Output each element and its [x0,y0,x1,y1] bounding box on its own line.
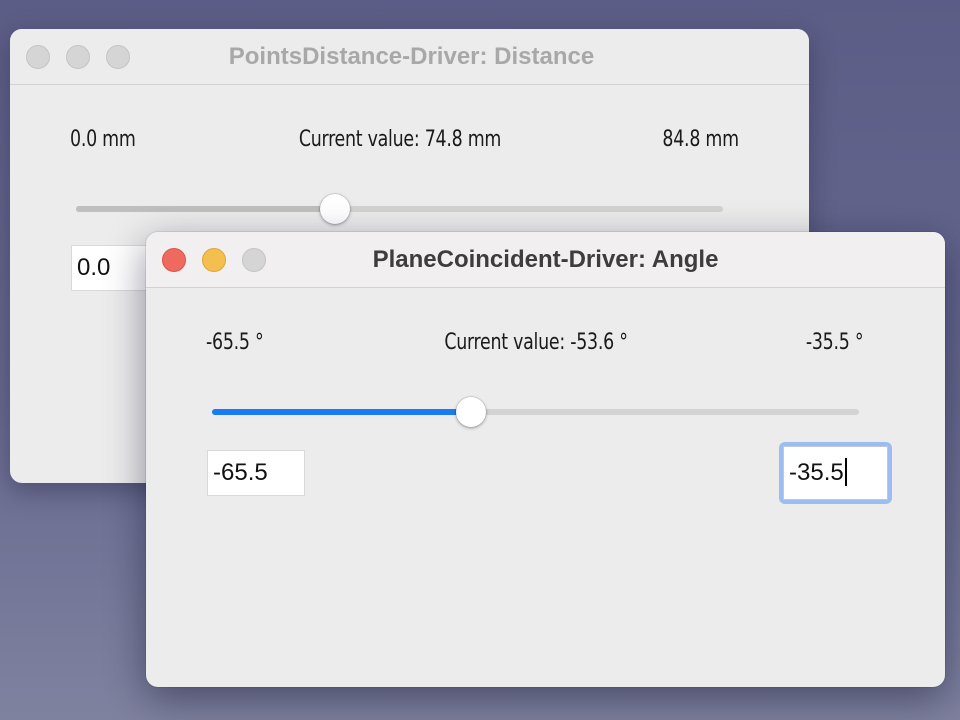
slider-fill [76,206,335,212]
max-value-text: -35.5 [789,459,844,486]
window-title: PlaneCoincident-Driver: Angle [372,246,719,273]
title-bar[interactable]: PointsDistance-Driver: Distance [10,29,809,85]
min-value-text: 0.0 [77,254,111,281]
slider-fill [212,409,471,415]
min-value-field[interactable]: -65.5 [207,450,305,496]
max-value-field[interactable]: -35.5 [783,446,888,500]
max-value-label: 84.8 mm [662,127,740,152]
current-value-label: Current value: 74.8 mm [298,127,502,152]
window-title: PointsDistance-Driver: Distance [228,43,595,70]
plane-coincident-driver-window: PlaneCoincident-Driver: Angle -65.5 ° Cu… [146,232,945,687]
angle-slider[interactable] [212,397,859,427]
current-value-label: Current value: -53.6 ° [444,330,628,355]
distance-slider[interactable] [76,194,723,224]
text-caret [844,457,847,486]
min-value-text: -65.5 [213,459,268,486]
slider-knob[interactable] [319,194,350,224]
max-value-label: -35.5 ° [805,330,864,355]
min-value-label: 0.0 mm [70,127,136,152]
title-bar[interactable]: PlaneCoincident-Driver: Angle [146,232,945,288]
slider-knob[interactable] [455,397,486,427]
min-value-label: -65.5 ° [206,330,264,355]
